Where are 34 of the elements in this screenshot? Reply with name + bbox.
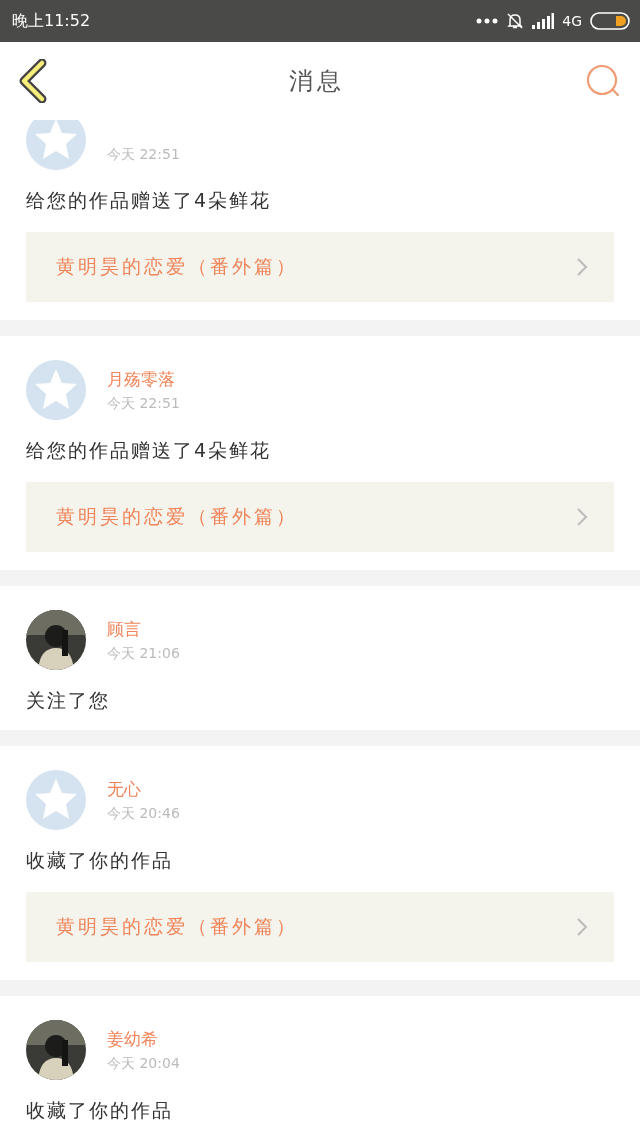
default-avatar-icon xyxy=(26,770,86,830)
muted-bell-icon xyxy=(506,12,525,30)
user-name[interactable]: 姜幼希 xyxy=(107,1027,180,1051)
message-text: 给您的作品赠送了4朵鲜花 xyxy=(26,438,273,462)
message-time: 今天 22:51 xyxy=(107,146,180,164)
message-time: 今天 20:46 xyxy=(107,804,180,823)
default-avatar-icon xyxy=(26,120,86,170)
signal-icon xyxy=(532,13,555,29)
message-text: 给您的作品赠送了4朵鲜花 xyxy=(26,188,273,212)
back-icon[interactable] xyxy=(18,58,48,103)
message-text: 关注了您 xyxy=(26,688,111,712)
battery-icon xyxy=(590,12,630,30)
chevron-right-icon xyxy=(576,507,588,527)
message-time: 今天 21:06 xyxy=(107,644,180,663)
user-name[interactable]: 月殇零落 xyxy=(107,367,180,391)
work-title: 黄明昊的恋爱（番外篇） xyxy=(56,914,298,939)
status-time: 晚上11:52 xyxy=(12,10,91,32)
message-time: 今天 22:51 xyxy=(107,394,180,413)
work-link[interactable]: 黄明昊的恋爱（番外篇） xyxy=(26,892,614,962)
chevron-right-icon xyxy=(576,257,588,277)
work-link[interactable]: 黄明昊的恋爱（番外篇） xyxy=(26,232,614,302)
page-title: 消息 xyxy=(289,65,345,97)
user-name[interactable]: 无心 xyxy=(107,777,180,801)
work-link[interactable]: 黄明昊的恋爱（番外篇） xyxy=(26,482,614,552)
work-title: 黄明昊的恋爱（番外篇） xyxy=(56,254,298,279)
message-text: 收藏了你的作品 xyxy=(26,1098,174,1122)
more-icon xyxy=(476,18,499,24)
network-label: 4G xyxy=(562,13,582,29)
default-avatar-icon xyxy=(26,360,86,420)
chevron-right-icon xyxy=(576,917,588,937)
work-title: 黄明昊的恋爱（番外篇） xyxy=(56,504,298,529)
user-name[interactable]: 顾言 xyxy=(107,617,180,641)
message-text: 收藏了你的作品 xyxy=(26,848,174,872)
message-time: 今天 20:04 xyxy=(107,1054,180,1073)
